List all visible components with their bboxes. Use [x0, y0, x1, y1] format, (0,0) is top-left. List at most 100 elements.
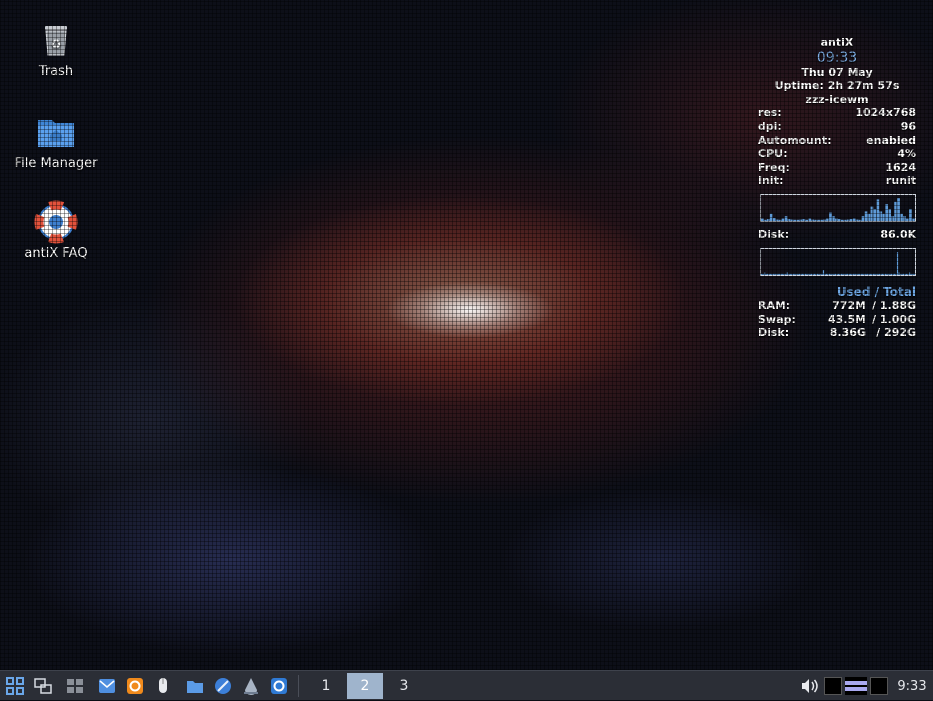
graph-bar: [906, 218, 909, 221]
browser-icon[interactable]: [210, 673, 236, 699]
graph-bar: [834, 273, 837, 275]
menu-icon[interactable]: [2, 673, 28, 699]
conky-clock: 09:33: [816, 49, 858, 66]
graph-bar: [805, 219, 809, 221]
desktop-icon-file-manager[interactable]: File Manager: [8, 110, 104, 172]
graph-bar: [827, 273, 829, 275]
graph-bar: [905, 273, 908, 275]
graph-bar: [776, 273, 778, 275]
graph-bar: [896, 251, 899, 275]
graph-bar: [824, 273, 826, 275]
desktop-icon-label: File Manager: [14, 156, 98, 171]
taskbar-clock[interactable]: 9:33: [891, 679, 933, 694]
graph-bar: [796, 219, 800, 221]
graph-bar: [780, 273, 782, 275]
show-desktop-icon[interactable]: [30, 673, 56, 699]
software-update-icon[interactable]: [122, 673, 148, 699]
graph-bar: [787, 219, 791, 221]
graph-bar: [767, 273, 769, 275]
graph-bar: [784, 216, 788, 221]
graph-bar: [811, 219, 815, 221]
stat-init: Init: runit: [758, 174, 916, 188]
graph-bar: [777, 273, 779, 275]
graph-bar: [866, 273, 868, 275]
graph-bar: [768, 273, 770, 275]
stat-key: Automount:: [758, 133, 832, 147]
graph-bar: [793, 219, 797, 221]
stat-value: runit: [885, 174, 916, 188]
conky-uptime: Uptime: 2h 27m 57s: [774, 79, 900, 93]
graph-bar: [847, 273, 849, 275]
graph-bar: [836, 273, 838, 275]
desktop-icon-antix-faq[interactable]: antiX FAQ: [8, 200, 104, 262]
usage-key: Swap:: [758, 312, 796, 326]
stat-key: CPU:: [758, 147, 788, 161]
stat-key: Freq:: [758, 160, 790, 174]
cpu-graph: [760, 193, 916, 222]
graph-bar: [862, 273, 864, 275]
droplet-icon[interactable]: [238, 673, 264, 699]
graph-bar: [808, 218, 812, 221]
graph-bar: [913, 273, 915, 275]
workspace-1[interactable]: 1: [308, 673, 344, 699]
desktop-icon-label: Trash: [38, 64, 74, 79]
files-icon[interactable]: [182, 673, 208, 699]
cpu-monitor-icon[interactable]: [824, 677, 842, 695]
folder-icon: [34, 110, 78, 154]
graph-bar: [819, 273, 822, 275]
graph-bar: [779, 273, 781, 275]
graph-bar: [908, 272, 911, 275]
graph-bar: [762, 273, 764, 275]
graph-bar: [860, 273, 862, 275]
graph-bar: [789, 273, 791, 275]
graph-bar: [838, 219, 841, 221]
graph-bar: [909, 208, 912, 221]
graph-bar: [858, 219, 862, 221]
graph-bar: [842, 273, 844, 275]
usage-key: RAM:: [758, 299, 791, 313]
workspace-3[interactable]: 3: [386, 673, 422, 699]
graph-bar: [810, 273, 813, 275]
graph-bar: [854, 273, 856, 275]
graph-bar: [841, 273, 843, 275]
graph-bar: [835, 218, 838, 221]
stat-dpi: dpi: 96: [758, 120, 916, 134]
graph-bar: [803, 273, 805, 275]
mail-icon[interactable]: [94, 673, 120, 699]
graph-bar: [901, 273, 903, 275]
graph-bar: [903, 216, 906, 221]
graph-bar: [820, 219, 823, 221]
stat-value: 86.0K: [880, 227, 916, 241]
graph-bar: [875, 273, 877, 275]
graph-bar: [852, 218, 856, 221]
graph-bar: [888, 208, 892, 221]
graph-bar: [877, 273, 879, 275]
graph-bar: [801, 273, 803, 275]
usage-total: / 1.88G: [871, 299, 916, 313]
conky-window-manager: zzz-icewm: [805, 92, 869, 106]
graph-bar: [851, 273, 853, 275]
graph-bar: [798, 273, 800, 275]
usage-used: 772M: [832, 299, 866, 313]
sync-icon[interactable]: [266, 673, 292, 699]
graph-bar: [897, 198, 900, 221]
graph-bar: [871, 273, 873, 275]
graph-bar: [886, 273, 888, 275]
graph-bar: [765, 273, 767, 275]
memory-monitor-icon[interactable]: [845, 677, 867, 695]
graph-bar: [887, 273, 890, 275]
graph-bar: [794, 273, 796, 275]
graph-bar: [873, 208, 877, 221]
graph-bar: [885, 204, 889, 221]
graph-bar: [804, 273, 806, 275]
usage-total: / 292G: [876, 326, 916, 340]
desktop-icon-trash[interactable]: ♻ Trash: [8, 18, 104, 80]
graph-bar: [761, 218, 764, 221]
mouse-icon[interactable]: [150, 673, 176, 699]
network-monitor-icon[interactable]: [870, 677, 888, 695]
workspace-2[interactable]: 2: [347, 672, 383, 699]
window-list-icon[interactable]: [62, 673, 88, 699]
volume-icon[interactable]: [796, 673, 822, 699]
graph-bar: [891, 216, 894, 221]
graph-bar: [893, 273, 896, 275]
